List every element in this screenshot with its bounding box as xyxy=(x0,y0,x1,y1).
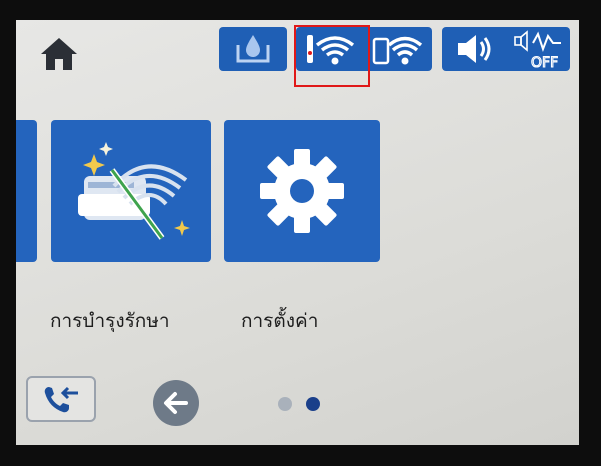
settings-label: การตั้งค่า xyxy=(241,310,319,332)
maintenance-label: การบำรุงรักษา xyxy=(50,310,170,332)
fax-redial-icon xyxy=(44,386,78,413)
highlight-box xyxy=(294,25,370,87)
settings-tile[interactable] xyxy=(224,120,380,262)
ink-status-button[interactable] xyxy=(219,27,287,71)
quiet-mode-off-icon: OFF xyxy=(514,30,561,69)
wifi-direct-icon xyxy=(372,36,423,65)
quiet-mode-off-text: OFF xyxy=(531,55,558,69)
fax-redial-button[interactable] xyxy=(26,376,96,422)
page-dot-1[interactable] xyxy=(278,397,292,411)
maintenance-icon xyxy=(78,142,190,240)
sound-icon xyxy=(458,35,491,63)
quiet-mode-button[interactable]: OFF xyxy=(506,27,570,71)
sound-button[interactable] xyxy=(442,27,506,71)
page-dot-2[interactable] xyxy=(306,397,320,411)
sound-status-group: OFF xyxy=(442,27,570,71)
home-icon xyxy=(41,38,77,70)
maintenance-tile[interactable] xyxy=(51,120,211,262)
partial-tile[interactable] xyxy=(16,120,37,262)
back-button[interactable] xyxy=(153,380,199,426)
printer-screen: OFF การบำรุงรักษา การตั้งค่า xyxy=(16,20,579,445)
ink-level-icon xyxy=(236,35,270,63)
gear-icon xyxy=(260,149,344,233)
back-arrow-icon xyxy=(164,392,188,414)
home-button[interactable] xyxy=(34,32,84,76)
wifi-direct-status-button[interactable] xyxy=(364,27,432,71)
